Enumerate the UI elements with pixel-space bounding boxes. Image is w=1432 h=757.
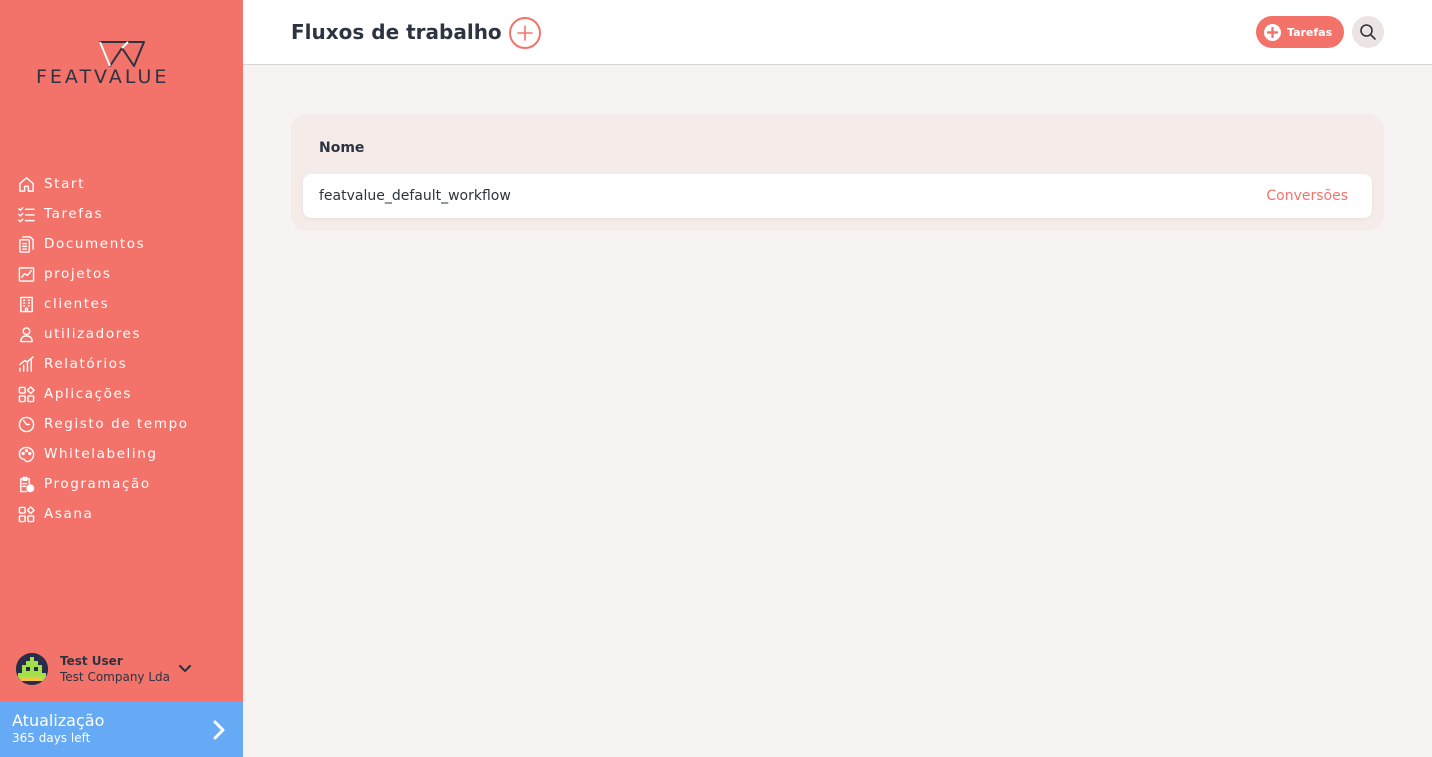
- checklist-icon: [17, 205, 35, 223]
- sidebar-item-label: Tarefas: [44, 206, 104, 222]
- sidebar-item-label: Programação: [44, 476, 151, 492]
- sidebar-item-asana[interactable]: Asana: [0, 499, 243, 529]
- sidebar-item-documentos[interactable]: Documentos: [0, 229, 243, 259]
- building-icon: [17, 295, 35, 313]
- sidebar-item-utilizadores[interactable]: utilizadores: [0, 319, 243, 349]
- user-name: Test User: [60, 654, 123, 668]
- documents-icon: [17, 235, 35, 253]
- sidebar-item-whitelabeling[interactable]: Whitelabeling: [0, 439, 243, 469]
- timer-icon: [17, 415, 35, 433]
- projects-chart-icon: [17, 265, 35, 283]
- avatar: [16, 653, 48, 685]
- sidebar-item-relatorios[interactable]: Relatórios: [0, 349, 243, 379]
- sidebar-item-projetos[interactable]: projetos: [0, 259, 243, 289]
- sidebar-item-label: Start: [44, 176, 85, 192]
- sidebar-item-clientes[interactable]: clientes: [0, 289, 243, 319]
- apps-grid-icon: [17, 385, 35, 403]
- user-company: Test Company Lda: [60, 670, 171, 684]
- sidebar: FEATVALUE Start Tarefas Documentos proje…: [0, 0, 243, 757]
- sidebar-item-label: projetos: [44, 266, 112, 282]
- search-button[interactable]: [1352, 16, 1384, 48]
- plus-icon: [517, 25, 533, 41]
- plus-circle-icon: [1264, 23, 1281, 41]
- add-task-button[interactable]: Tarefas: [1256, 16, 1344, 48]
- upgrade-banner[interactable]: Atualização 365 days left: [0, 701, 243, 757]
- sidebar-item-label: clientes: [44, 296, 110, 312]
- palette-icon: [17, 445, 35, 463]
- pixel-avatar-icon: [16, 653, 48, 685]
- bar-chart-icon: [17, 355, 35, 373]
- sidebar-item-tarefas[interactable]: Tarefas: [0, 199, 243, 229]
- top-bar: Fluxos de trabalho Tarefas: [243, 0, 1432, 65]
- user-menu[interactable]: Test User Test Company Lda: [16, 652, 231, 686]
- user-icon: [17, 325, 35, 343]
- add-workflow-button[interactable]: [509, 17, 541, 49]
- add-task-label: Tarefas: [1287, 25, 1333, 39]
- column-header-name: Nome: [319, 140, 365, 156]
- upgrade-days-left: 365 days left: [12, 731, 91, 745]
- sidebar-item-label: Asana: [44, 506, 94, 522]
- sidebar-nav: Start Tarefas Documentos projetos client…: [0, 169, 243, 529]
- sidebar-item-label: Aplicações: [44, 386, 133, 402]
- sidebar-item-registo-de-tempo[interactable]: Registo de tempo: [0, 409, 243, 439]
- featvalue-logo[interactable]: FEATVALUE: [36, 40, 211, 90]
- search-icon: [1360, 24, 1376, 40]
- home-icon: [17, 175, 35, 193]
- sidebar-item-label: utilizadores: [44, 326, 142, 342]
- table-row[interactable]: featvalue_default_workflow Conversões: [303, 174, 1372, 218]
- sidebar-item-label: Documentos: [44, 236, 146, 252]
- chevron-right-icon: [210, 719, 228, 741]
- sidebar-item-start[interactable]: Start: [0, 169, 243, 199]
- conversions-link[interactable]: Conversões: [1266, 188, 1348, 204]
- sidebar-item-programacao[interactable]: Programação: [0, 469, 243, 499]
- logo-text: FEATVALUE: [36, 66, 170, 88]
- upgrade-title: Atualização: [12, 711, 105, 730]
- clipboard-clock-icon: [17, 475, 35, 493]
- sidebar-item-label: Registo de tempo: [44, 416, 189, 432]
- sidebar-item-label: Whitelabeling: [44, 446, 158, 462]
- sidebar-item-label: Relatórios: [44, 356, 128, 372]
- workflows-table: Nome featvalue_default_workflow Conversõ…: [291, 114, 1384, 231]
- chevron-down-icon[interactable]: [178, 661, 192, 675]
- sidebar-item-aplicacoes[interactable]: Aplicações: [0, 379, 243, 409]
- workflow-name: featvalue_default_workflow: [319, 188, 511, 204]
- page-title: Fluxos de trabalho: [291, 20, 502, 44]
- apps-grid-icon: [17, 505, 35, 523]
